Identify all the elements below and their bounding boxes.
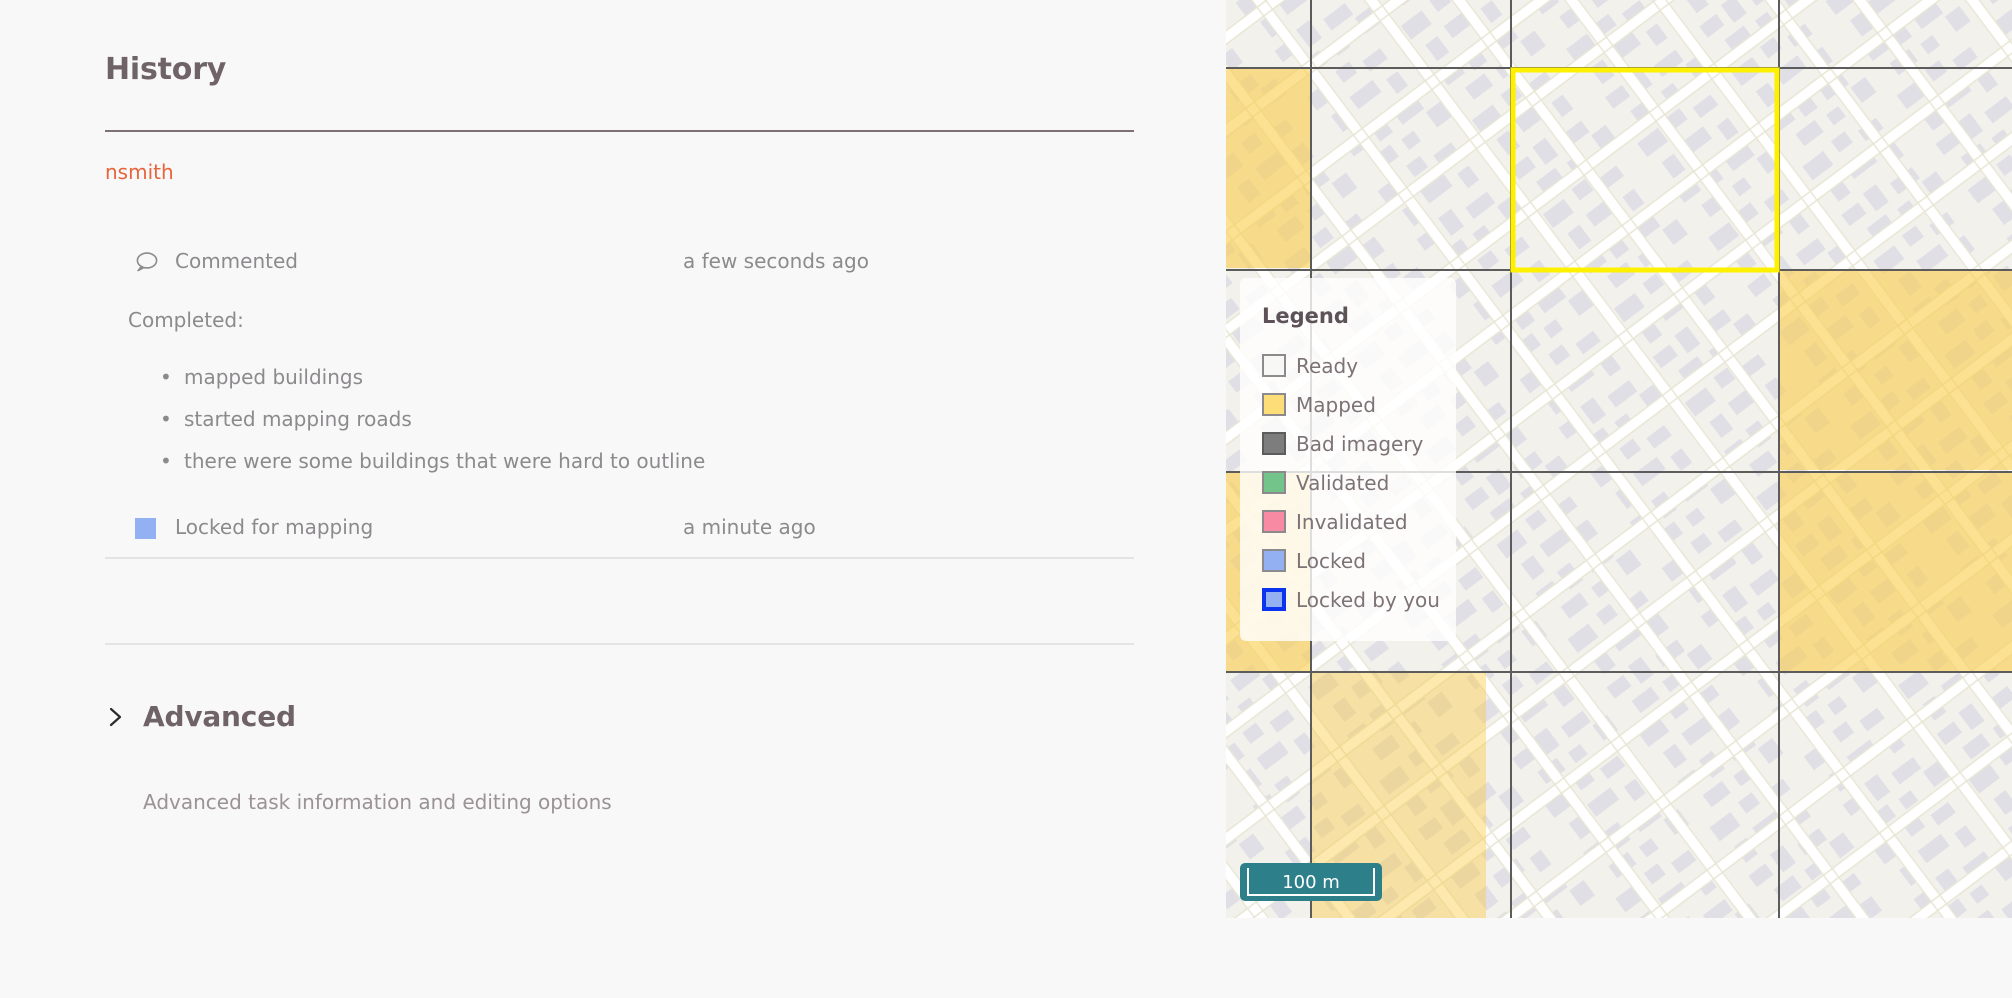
task-map[interactable]: Legend Ready Mapped Bad imagery Validate… bbox=[1226, 0, 2012, 918]
history-entry-locked: Locked for mapping a minute ago bbox=[105, 513, 1134, 547]
page-title: History bbox=[105, 52, 227, 87]
history-entry-label: Commented bbox=[175, 249, 298, 273]
legend-swatch-ready bbox=[1262, 354, 1286, 377]
legend-item-locked-by-you: Locked by you bbox=[1262, 580, 1456, 619]
legend-label: Bad imagery bbox=[1296, 431, 1424, 456]
legend-label: Validated bbox=[1296, 470, 1390, 495]
legend-item-ready: Ready bbox=[1262, 346, 1456, 385]
legend-swatch-validated bbox=[1262, 471, 1286, 494]
advanced-title: Advanced bbox=[143, 700, 296, 733]
author-link[interactable]: nsmith bbox=[105, 160, 174, 184]
legend-swatch-locked-by-you bbox=[1262, 588, 1286, 611]
legend-item-bad-imagery: Bad imagery bbox=[1262, 424, 1456, 463]
legend-label: Invalidated bbox=[1296, 509, 1408, 534]
legend-item-locked: Locked bbox=[1262, 541, 1456, 580]
legend-swatch-locked bbox=[1262, 549, 1286, 572]
map-scale-bar: 100 m bbox=[1240, 863, 1382, 901]
list-item: there were some buildings that were hard… bbox=[150, 440, 1050, 482]
locked-swatch-icon bbox=[135, 513, 169, 543]
chevron-right-icon bbox=[105, 702, 127, 732]
history-entry-time: a minute ago bbox=[683, 515, 816, 539]
list-item: mapped buildings bbox=[150, 356, 1050, 398]
comment-icon bbox=[135, 247, 169, 277]
comment-heading: Completed: bbox=[128, 308, 244, 332]
history-entry-commented: Commented a few seconds ago bbox=[105, 247, 1134, 281]
legend-item-invalidated: Invalidated bbox=[1262, 502, 1456, 541]
list-item: started mapping roads bbox=[150, 398, 1050, 440]
legend-item-validated: Validated bbox=[1262, 463, 1456, 502]
legend-swatch-invalidated bbox=[1262, 510, 1286, 533]
legend-label: Locked bbox=[1296, 548, 1366, 573]
scale-bar-label: 100 m bbox=[1282, 871, 1340, 893]
legend-item-mapped: Mapped bbox=[1262, 385, 1456, 424]
history-entry-time: a few seconds ago bbox=[683, 249, 869, 273]
legend-swatch-bad-imagery bbox=[1262, 432, 1286, 455]
entry-divider-bottom bbox=[105, 643, 1134, 645]
comment-bullet-list: mapped buildings started mapping roads t… bbox=[150, 356, 1050, 482]
app-root: History nsmith Commented a few seconds a… bbox=[0, 0, 2012, 998]
title-divider bbox=[105, 130, 1134, 132]
legend-label: Ready bbox=[1296, 353, 1359, 378]
legend-label: Locked by you bbox=[1296, 587, 1440, 612]
history-panel: History nsmith Commented a few seconds a… bbox=[0, 0, 1226, 998]
entry-divider-top bbox=[105, 557, 1134, 559]
history-entry-label: Locked for mapping bbox=[175, 515, 374, 539]
legend-label: Mapped bbox=[1296, 392, 1376, 417]
legend-title: Legend bbox=[1262, 304, 1349, 328]
legend-swatch-mapped bbox=[1262, 393, 1286, 416]
advanced-section-toggle[interactable]: Advanced bbox=[105, 700, 296, 733]
advanced-description: Advanced task information and editing op… bbox=[143, 790, 612, 814]
map-legend: Legend Ready Mapped Bad imagery Validate… bbox=[1240, 278, 1456, 641]
